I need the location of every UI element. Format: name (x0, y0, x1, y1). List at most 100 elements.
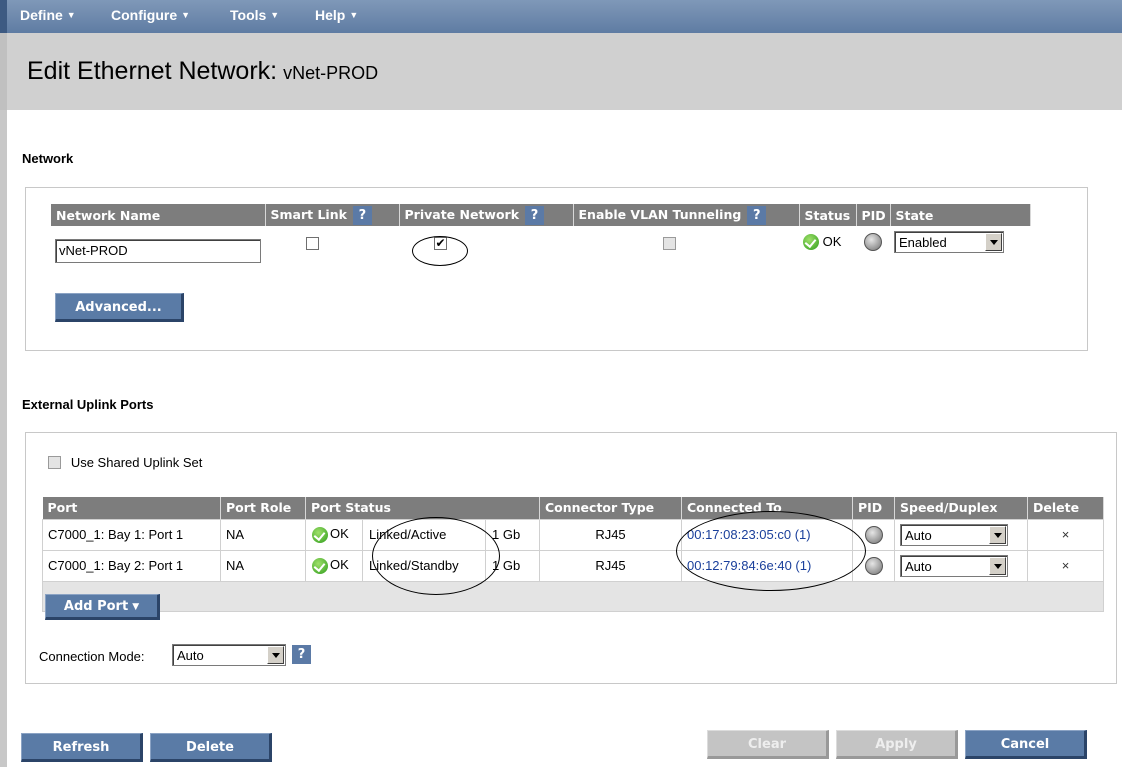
col-port-status: Port Status (305, 497, 540, 519)
add-port-cell (42, 580, 1104, 612)
help-icon[interactable]: ? (292, 645, 311, 664)
status-cell: OK Linked/Standby 1 Gb (305, 549, 540, 582)
check-icon: ✔ (435, 235, 446, 250)
uplink-table: Port Port Role Port Status Connector Typ… (42, 497, 1104, 612)
state-cell: Enabled (890, 226, 1030, 258)
state-select[interactable]: Enabled (894, 231, 1004, 253)
page-title: Edit Ethernet Network: vNet-PROD (27, 57, 378, 86)
page-title-text: Edit Ethernet Network: (27, 57, 278, 85)
ok-status-icon (312, 526, 328, 543)
col-smart-link: Smart Link? (265, 204, 400, 226)
status-cell: OK Linked/Active 1 Gb (305, 518, 540, 551)
chevron-down-icon (989, 525, 1006, 544)
col-port-role: Port Role (220, 497, 306, 519)
use-shared-uplink-checkbox[interactable] (48, 456, 61, 469)
col-state: State (890, 204, 1031, 226)
network-name-input[interactable]: vNet-PROD (55, 239, 261, 263)
speed-cell: Auto (894, 518, 1028, 551)
advanced-button[interactable]: Advanced... (55, 293, 184, 322)
col-vlan-tunneling-label: Enable VLAN Tunneling (578, 206, 742, 222)
pid-cell (852, 518, 895, 551)
role-cell: NA (220, 518, 306, 551)
speed-cell: Auto (894, 549, 1028, 582)
delete-icon[interactable]: × (1027, 549, 1104, 582)
title-band: Edit Ethernet Network: vNet-PROD (0, 33, 1122, 110)
link-speed: 1 Gb (492, 558, 521, 573)
clear-button[interactable]: Clear (707, 730, 829, 759)
menu-tools[interactable]: Tools ▼ (230, 7, 279, 23)
use-shared-uplink-label: Use Shared Uplink Set (70, 455, 203, 470)
pid-indicator-icon[interactable] (864, 556, 883, 575)
col-pid: PID (852, 497, 895, 519)
help-icon[interactable]: ? (525, 205, 545, 225)
col-vlan-tunneling: Enable VLAN Tunneling? (573, 204, 800, 226)
refresh-button[interactable]: Refresh (21, 733, 143, 762)
page-title-network: vNet-PROD (283, 63, 379, 83)
left-stripe (0, 110, 7, 767)
connected-to-link[interactable]: 00:12:79:84:6e:40 (1) (681, 549, 853, 582)
vlan-tunneling-cell (573, 226, 799, 258)
state-select-value: Enabled (899, 235, 947, 250)
pid-cell (852, 549, 895, 582)
use-shared-uplink[interactable]: Use Shared Uplink Set (48, 455, 202, 470)
pid-indicator-icon[interactable] (864, 233, 882, 251)
col-port: Port (42, 497, 221, 519)
private-network-cell: ✔ (399, 226, 573, 258)
cancel-button[interactable]: Cancel (965, 730, 1087, 759)
table-row: C7000_1: Bay 1: Port 1 NA OK Linked/Acti… (42, 518, 1104, 551)
apply-button[interactable]: Apply (836, 730, 958, 759)
col-private-network-label: Private Network (404, 206, 520, 222)
smart-link-checkbox[interactable] (305, 236, 319, 250)
status-text: OK (822, 233, 842, 249)
speed-duplex-select[interactable]: Auto (900, 523, 1008, 546)
chevron-down-icon: ▼ (66, 10, 76, 20)
speed-duplex-value: Auto (905, 558, 932, 574)
connector-cell: RJ45 (539, 518, 682, 551)
help-icon[interactable]: ? (352, 205, 372, 225)
port-cell: C7000_1: Bay 1: Port 1 (42, 518, 221, 551)
table-row: C7000_1: Bay 2: Port 1 NA OK Linked/Stan… (42, 549, 1104, 582)
connection-mode-select[interactable]: Auto (172, 644, 286, 666)
chevron-down-icon: ▼ (349, 10, 359, 20)
col-smart-link-label: Smart Link (270, 206, 347, 222)
status-ok-text: OK (330, 557, 349, 573)
status-cell: OK (799, 226, 856, 258)
col-pid: PID (856, 204, 891, 226)
connected-to-link[interactable]: 00:17:08:23:05:c0 (1) (681, 518, 853, 551)
status-ok: OK (306, 526, 362, 543)
connector-cell: RJ45 (539, 549, 682, 582)
menu-bar: Define ▼ Configure ▼ Tools ▼ Help ▼ (0, 0, 1122, 33)
col-delete: Delete (1027, 497, 1104, 519)
network-heading: Network (22, 151, 74, 166)
menu-help[interactable]: Help ▼ (315, 7, 358, 23)
add-port-label: Add Port (63, 599, 129, 614)
help-icon[interactable]: ? (747, 205, 767, 225)
col-status: Status (799, 204, 857, 226)
private-network-checkbox[interactable]: ✔ (433, 235, 447, 250)
speed-duplex-select[interactable]: Auto (900, 554, 1008, 577)
status-ok: OK (306, 557, 362, 574)
menu-define[interactable]: Define ▼ (20, 7, 76, 23)
menu-define-label: Define (20, 7, 63, 23)
col-private-network: Private Network? (399, 204, 574, 226)
uplink-heading: External Uplink Ports (22, 397, 154, 412)
chevron-down-icon (989, 556, 1006, 575)
delete-button[interactable]: Delete (150, 733, 272, 762)
link-speed: 1 Gb (492, 527, 521, 542)
add-port-row (42, 580, 1104, 612)
menu-tools-label: Tools (230, 7, 267, 23)
speed-duplex-value: Auto (905, 527, 932, 543)
chevron-down-icon: ▼ (132, 602, 140, 612)
col-connected-to: Connected To (681, 497, 853, 519)
ok-status-icon (312, 557, 328, 574)
delete-icon[interactable]: × (1027, 518, 1104, 551)
menu-configure[interactable]: Configure ▼ (111, 7, 190, 23)
pid-indicator-icon[interactable] (864, 525, 883, 544)
col-connector-type: Connector Type (539, 497, 682, 519)
vlan-tunneling-checkbox[interactable] (662, 236, 676, 250)
add-port-button[interactable]: Add Port ▼ (45, 594, 160, 620)
link-state: Linked/Standby (362, 550, 486, 581)
menu-help-label: Help (315, 7, 346, 23)
chevron-down-icon (985, 233, 1002, 251)
col-network-name: Network Name (51, 204, 266, 226)
